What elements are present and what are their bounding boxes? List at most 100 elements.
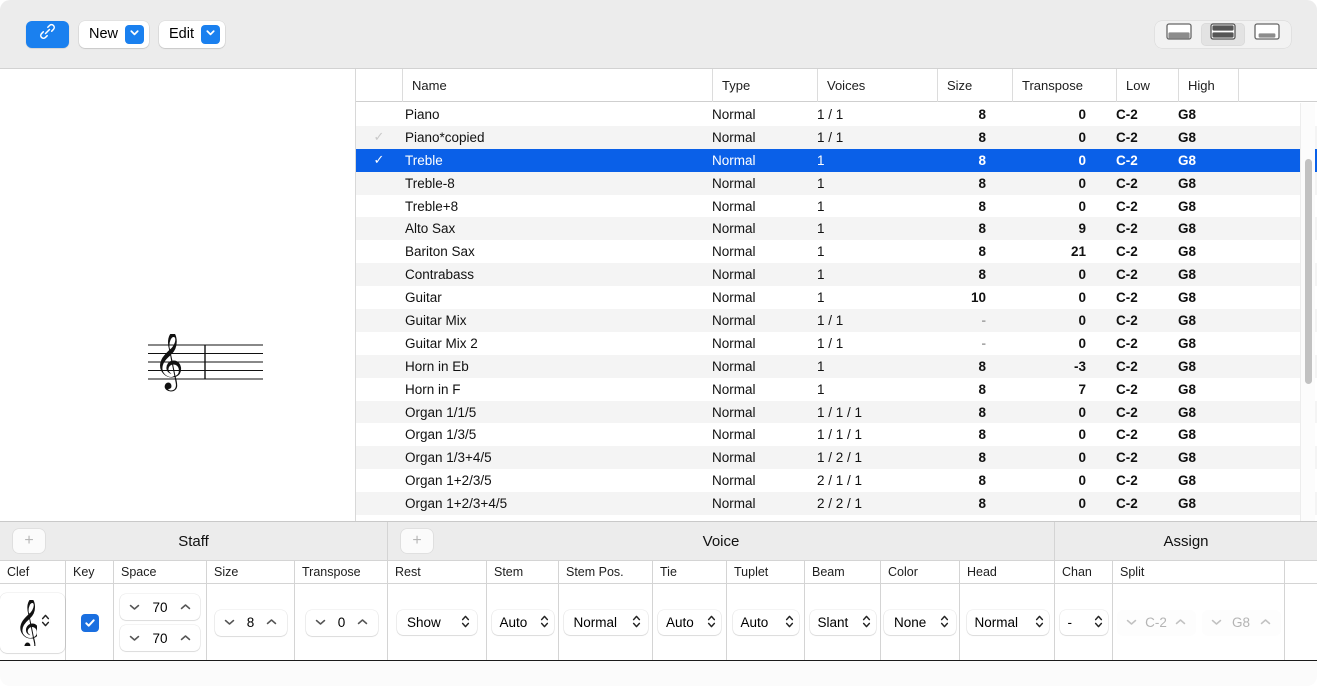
stem-select[interactable]: Auto xyxy=(492,610,554,635)
row-checkmark[interactable] xyxy=(356,446,402,469)
view-split-button[interactable] xyxy=(1201,23,1245,46)
chevron-down-icon xyxy=(205,26,216,42)
staff-size-value: 8 xyxy=(247,615,255,630)
table-header-transpose[interactable]: Transpose xyxy=(1012,69,1116,102)
row-voices: 1 xyxy=(817,217,937,240)
table-scrollbar-thumb[interactable] xyxy=(1305,159,1312,384)
voice-col-tuplet: Tuplet xyxy=(727,561,805,583)
row-checkmark[interactable] xyxy=(356,378,402,401)
stepper-up-icon[interactable] xyxy=(179,631,192,646)
color-select[interactable]: None xyxy=(884,610,956,635)
beam-select[interactable]: Slant xyxy=(810,610,876,635)
add-staff-button[interactable]: + xyxy=(13,529,45,553)
row-high: G8 xyxy=(1178,172,1238,195)
table-row[interactable]: Treble-8Normal180C-2G8 xyxy=(356,172,1317,195)
row-checkmark[interactable]: ✓ xyxy=(356,149,402,172)
space-top-stepper[interactable]: 70 xyxy=(120,594,200,620)
row-checkmark[interactable] xyxy=(356,195,402,218)
staff-size-stepper[interactable]: 8 xyxy=(215,610,287,636)
row-checkmark[interactable] xyxy=(356,217,402,240)
row-checkmark[interactable] xyxy=(356,469,402,492)
row-checkmark[interactable] xyxy=(356,401,402,424)
row-checkmark[interactable] xyxy=(356,423,402,446)
tuplet-select[interactable]: Auto xyxy=(733,610,799,635)
table-header-size[interactable]: Size xyxy=(937,69,1012,102)
table-row[interactable]: ✓Piano*copiedNormal1 / 180C-2G8 xyxy=(356,126,1317,149)
add-voice-button[interactable]: + xyxy=(401,529,433,553)
table-header-low[interactable]: Low xyxy=(1116,69,1178,102)
assign-spacer-cell xyxy=(1285,584,1317,661)
space-bottom-stepper[interactable]: 70 xyxy=(120,625,200,651)
row-checkmark[interactable] xyxy=(356,355,402,378)
row-size: 10 xyxy=(937,286,1012,309)
tie-select[interactable]: Auto xyxy=(658,610,721,635)
row-size: 8 xyxy=(937,149,1012,172)
table-row[interactable]: ContrabassNormal180C-2G8 xyxy=(356,263,1317,286)
stepper-up-icon[interactable] xyxy=(179,600,192,615)
clef-selector[interactable]: 𝄞 xyxy=(0,593,65,653)
new-button[interactable]: New xyxy=(79,21,149,48)
table-row[interactable]: Horn in FNormal187C-2G8 xyxy=(356,378,1317,401)
row-checkmark[interactable]: ✓ xyxy=(356,126,402,149)
staff-controls-row: 𝄞 xyxy=(0,584,387,661)
edit-button[interactable]: Edit xyxy=(159,21,225,48)
row-checkmark[interactable] xyxy=(356,172,402,195)
table-header-voices[interactable]: Voices xyxy=(817,69,937,102)
key-checkbox[interactable] xyxy=(81,614,99,632)
staff-transpose-stepper[interactable]: 0 xyxy=(306,610,378,636)
clef-cell: 𝄞 xyxy=(0,584,66,661)
rest-select[interactable]: Show xyxy=(397,610,477,635)
table-row[interactable]: Organ 1/3/5Normal1 / 1 / 180C-2G8 xyxy=(356,423,1317,446)
voice-section-title: Voice xyxy=(703,533,740,550)
space-bottom-value: 70 xyxy=(152,631,167,646)
stepper-up-icon[interactable] xyxy=(265,615,278,630)
stepper-down-icon[interactable] xyxy=(128,600,141,615)
table-header-spacer[interactable] xyxy=(1238,69,1308,102)
table-row[interactable]: Guitar Mix 2Normal1 / 1-0C-2G8 xyxy=(356,332,1317,355)
row-checkmark[interactable] xyxy=(356,286,402,309)
table-row[interactable]: Treble+8Normal180C-2G8 xyxy=(356,195,1317,218)
stepper-down-icon[interactable] xyxy=(128,631,141,646)
table-row[interactable]: PianoNormal1 / 180C-2G8 xyxy=(356,103,1317,126)
row-size: 8 xyxy=(937,446,1012,469)
voice-section-header: + Voice xyxy=(388,522,1054,561)
row-checkmark[interactable] xyxy=(356,240,402,263)
row-checkmark[interactable] xyxy=(356,332,402,355)
view-single-button[interactable] xyxy=(1157,23,1201,46)
table-header-name[interactable]: Name xyxy=(402,69,712,102)
table-row[interactable]: GuitarNormal1100C-2G8 xyxy=(356,286,1317,309)
head-select[interactable]: Normal xyxy=(967,610,1049,635)
table-row[interactable]: Organ 1/1/5Normal1 / 1 / 180C-2G8 xyxy=(356,401,1317,424)
link-button[interactable] xyxy=(26,21,69,48)
table-row[interactable]: Alto SaxNormal189C-2G8 xyxy=(356,217,1317,240)
table-row[interactable]: Organ 1+2/3+4/5Normal2 / 2 / 180C-2G8 xyxy=(356,492,1317,515)
table-header-type[interactable]: Type xyxy=(712,69,817,102)
row-transpose: 21 xyxy=(1012,240,1116,263)
table-row[interactable]: Horn in EbNormal18-3C-2G8 xyxy=(356,355,1317,378)
staff-preview-pane[interactable]: 𝄞 xyxy=(0,69,356,521)
chan-select[interactable]: - xyxy=(1060,610,1108,635)
stepper-down-icon[interactable] xyxy=(314,615,327,630)
new-dropdown-toggle[interactable] xyxy=(125,25,144,44)
table-scrollbar-track[interactable] xyxy=(1300,103,1315,521)
row-checkmark[interactable] xyxy=(356,492,402,515)
view-bottom-button[interactable] xyxy=(1245,23,1289,46)
table-row[interactable]: Bariton SaxNormal1821C-2G8 xyxy=(356,240,1317,263)
table-row[interactable]: Organ 1+2/3/5Normal2 / 1 / 180C-2G8 xyxy=(356,469,1317,492)
split-low-stepper: C-2 xyxy=(1117,610,1196,636)
stem-pos-select[interactable]: Normal xyxy=(564,610,648,635)
stepper-down-icon[interactable] xyxy=(223,615,236,630)
table-row[interactable]: Guitar MixNormal1 / 1-0C-2G8 xyxy=(356,309,1317,332)
stem-cell: Auto xyxy=(487,584,559,661)
row-voices: 1 xyxy=(817,240,937,263)
table-row[interactable]: Organ 1/3+4/5Normal1 / 2 / 180C-2G8 xyxy=(356,446,1317,469)
row-checkmark[interactable] xyxy=(356,309,402,332)
row-checkmark[interactable] xyxy=(356,103,402,126)
table-row[interactable]: ✓TrebleNormal180C-2G8 xyxy=(356,149,1317,172)
row-high: G8 xyxy=(1178,446,1238,469)
table-header-high[interactable]: High xyxy=(1178,69,1238,102)
stepper-up-icon[interactable] xyxy=(356,615,369,630)
row-checkmark[interactable] xyxy=(356,263,402,286)
edit-dropdown-toggle[interactable] xyxy=(201,25,220,44)
window-footer xyxy=(0,660,1317,686)
